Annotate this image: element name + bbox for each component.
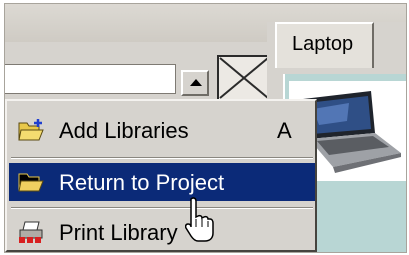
folder-open-icon	[17, 170, 45, 194]
mouse-pointer-icon	[184, 197, 215, 243]
tab-label: Laptop	[292, 33, 354, 55]
menu-item-return-to-project[interactable]: Return to Project	[9, 163, 315, 201]
scroll-up-button[interactable]	[181, 70, 209, 96]
menu-item-shortcut: A	[277, 118, 292, 143]
menu-divider	[11, 157, 313, 159]
folder-add-icon	[17, 118, 45, 142]
menu-item-label: Print Library	[59, 220, 178, 245]
context-menu: Add Libraries A Return to Project Print …	[5, 99, 317, 252]
menu-item-label: Return to Project	[59, 170, 225, 195]
menu-item-print-library[interactable]: Print Library	[9, 213, 315, 251]
menu-item-add-libraries[interactable]: Add Libraries A	[9, 111, 315, 149]
arrow-up-icon	[190, 79, 202, 86]
menu-item-label: Add Libraries	[59, 118, 189, 143]
printer-icon	[17, 220, 45, 244]
image-placeholder-icon	[217, 55, 271, 101]
menu-divider	[11, 207, 313, 209]
app-window: Laptop Add Libraries A Return to Project…	[4, 3, 407, 253]
tab-laptop[interactable]: Laptop	[275, 22, 374, 68]
path-field[interactable]	[5, 64, 176, 94]
